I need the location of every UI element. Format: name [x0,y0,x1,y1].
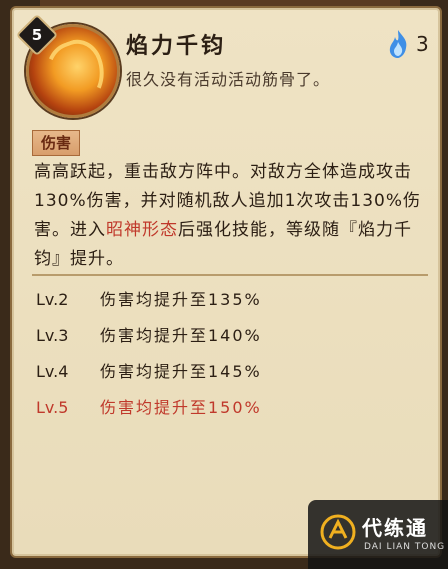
level-label: Lv.2 [36,290,69,309]
tooltip-frame: 5 焰力千钧 很久没有活动活动筋骨了。 3 伤害 高高跃起，重击敌方阵中。对敌方… [0,0,448,569]
level-effect: 伤害均提升至145% [100,362,262,381]
watermark-cn: 代练通 [362,516,428,540]
level-effect: 伤害均提升至150% [100,398,262,417]
skill-cost-value: 3 [416,32,429,56]
skill-quote: 很久没有活动活动筋骨了。 [126,70,331,89]
level-row: Lv.2 伤害均提升至135% [36,282,416,318]
desc-highlight: 昭神形态 [106,220,178,240]
watermark-en: DAI LIAN TONG [364,542,446,552]
level-upgrade-list: Lv.2 伤害均提升至135% Lv.3 伤害均提升至140% Lv.4 伤害均… [36,282,416,426]
skill-level-value: 5 [31,26,43,44]
watermark-logo-icon [320,514,356,550]
section-divider [32,274,428,276]
level-row-current: Lv.5 伤害均提升至150% [36,390,416,426]
skill-name: 焰力千钧 [126,34,227,59]
level-row: Lv.4 伤害均提升至145% [36,354,416,390]
level-row: Lv.3 伤害均提升至140% [36,318,416,354]
skill-description: 高高跃起，重击敌方阵中。对敌方全体造成攻击130%伤害，并对随机敌人追加1次攻击… [34,158,424,274]
level-label: Lv.4 [36,362,69,381]
watermark: 代练通 DAI LIAN TONG [308,500,448,569]
damage-tag: 伤害 [32,130,81,156]
level-effect: 伤害均提升至135% [100,290,262,309]
skill-tooltip-panel: 5 焰力千钧 很久没有活动活动筋骨了。 3 伤害 高高跃起，重击敌方阵中。对敌方… [10,6,442,558]
level-effect: 伤害均提升至140% [100,326,262,345]
blue-flame-icon [389,30,407,58]
level-label: Lv.3 [36,326,69,345]
level-label: Lv.5 [36,398,69,417]
